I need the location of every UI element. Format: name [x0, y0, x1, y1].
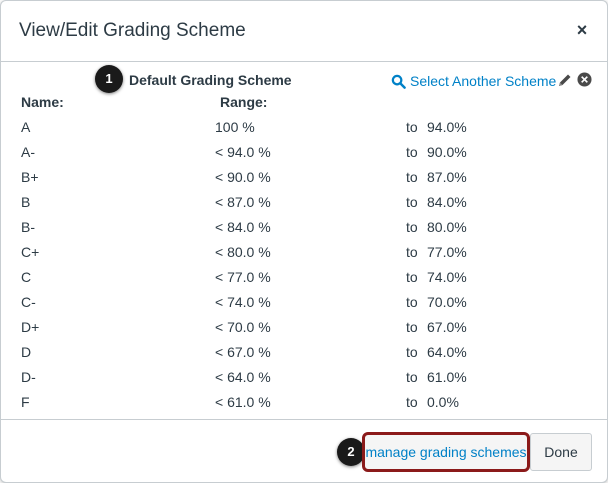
grade-min: 67.0%: [427, 319, 467, 335]
grade-row: C- < 74.0 % to 70.0%: [1, 294, 607, 319]
grade-row: F < 61.0 % to 0.0%: [1, 394, 607, 419]
select-another-scheme-label: Select Another Scheme: [410, 73, 557, 89]
grade-max: < 64.0 %: [215, 369, 271, 385]
grade-max: < 61.0 %: [215, 394, 271, 410]
grade-row: D- < 64.0 % to 61.0%: [1, 369, 607, 394]
grade-name: B: [21, 194, 31, 210]
grade-min: 87.0%: [427, 169, 467, 185]
callout-badge-1: 1: [95, 65, 123, 93]
grade-name: C: [21, 269, 32, 285]
grade-to: to: [406, 169, 418, 185]
grade-row: C+ < 80.0 % to 77.0%: [1, 244, 607, 269]
grade-name: C+: [21, 244, 40, 260]
grade-name: F: [21, 394, 30, 410]
dialog-title: View/Edit Grading Scheme: [19, 20, 246, 41]
grade-max: < 80.0 %: [215, 244, 271, 260]
grade-to: to: [406, 319, 418, 335]
search-icon: [391, 74, 406, 89]
grade-to: to: [406, 344, 418, 360]
pencil-icon[interactable]: [557, 72, 573, 88]
grade-min: 77.0%: [427, 244, 467, 260]
close-icon[interactable]: ×: [573, 20, 591, 40]
grade-min: 90.0%: [427, 144, 467, 160]
remove-circle-icon[interactable]: [577, 72, 592, 87]
grade-max: < 87.0 %: [215, 194, 271, 210]
grade-max: 100 %: [215, 119, 255, 135]
grade-row: A 100 % to 94.0%: [1, 119, 607, 144]
grade-name: C-: [21, 294, 36, 310]
grading-scheme-dialog: View/Edit Grading Scheme × 1 Default Gra…: [0, 0, 608, 483]
grade-max: < 90.0 %: [215, 169, 271, 185]
grade-min: 70.0%: [427, 294, 467, 310]
grade-to: to: [406, 244, 418, 260]
grade-min: 64.0%: [427, 344, 467, 360]
grade-name: D-: [21, 369, 36, 385]
manage-grading-schemes-link[interactable]: manage grading schemes: [365, 444, 526, 460]
grade-name: A-: [21, 144, 35, 160]
manage-grading-schemes-highlight: manage grading schemes: [362, 432, 530, 472]
grade-name: D: [21, 344, 32, 360]
scheme-title: Default Grading Scheme: [129, 72, 292, 88]
grade-to: to: [406, 294, 418, 310]
grade-max: < 70.0 %: [215, 319, 271, 335]
callout-badge-2: 2: [337, 438, 365, 466]
name-column-header: Name:: [21, 94, 64, 110]
grade-max: < 94.0 %: [215, 144, 271, 160]
grade-min: 84.0%: [427, 194, 467, 210]
grade-max: < 77.0 %: [215, 269, 271, 285]
grade-row: B+ < 90.0 % to 87.0%: [1, 169, 607, 194]
grade-to: to: [406, 219, 418, 235]
grade-name: B-: [21, 219, 35, 235]
grade-row: D+ < 70.0 % to 67.0%: [1, 319, 607, 344]
grade-to: to: [406, 269, 418, 285]
grade-min: 74.0%: [427, 269, 467, 285]
grade-row: B- < 84.0 % to 80.0%: [1, 219, 607, 244]
grade-row: B < 87.0 % to 84.0%: [1, 194, 607, 219]
grade-to: to: [406, 369, 418, 385]
range-column-header: Range:: [220, 94, 268, 110]
grade-name: D+: [21, 319, 40, 335]
grade-to: to: [406, 144, 418, 160]
grade-min: 80.0%: [427, 219, 467, 235]
grade-max: < 84.0 %: [215, 219, 271, 235]
grade-row: C < 77.0 % to 74.0%: [1, 269, 607, 294]
grade-to: to: [406, 119, 418, 135]
grade-min: 0.0%: [427, 394, 459, 410]
grade-min: 61.0%: [427, 369, 467, 385]
grade-row: A- < 94.0 % to 90.0%: [1, 144, 607, 169]
select-another-scheme-link[interactable]: Select Another Scheme: [391, 72, 556, 90]
grade-to: to: [406, 394, 418, 410]
grade-row: D < 67.0 % to 64.0%: [1, 344, 607, 369]
grade-max: < 67.0 %: [215, 344, 271, 360]
grade-min: 94.0%: [427, 119, 467, 135]
grade-name: A: [21, 119, 31, 135]
done-button[interactable]: Done: [530, 433, 592, 471]
grade-to: to: [406, 194, 418, 210]
grade-max: < 74.0 %: [215, 294, 271, 310]
grade-name: B+: [21, 169, 39, 185]
dialog-titlebar: View/Edit Grading Scheme ×: [1, 1, 607, 62]
